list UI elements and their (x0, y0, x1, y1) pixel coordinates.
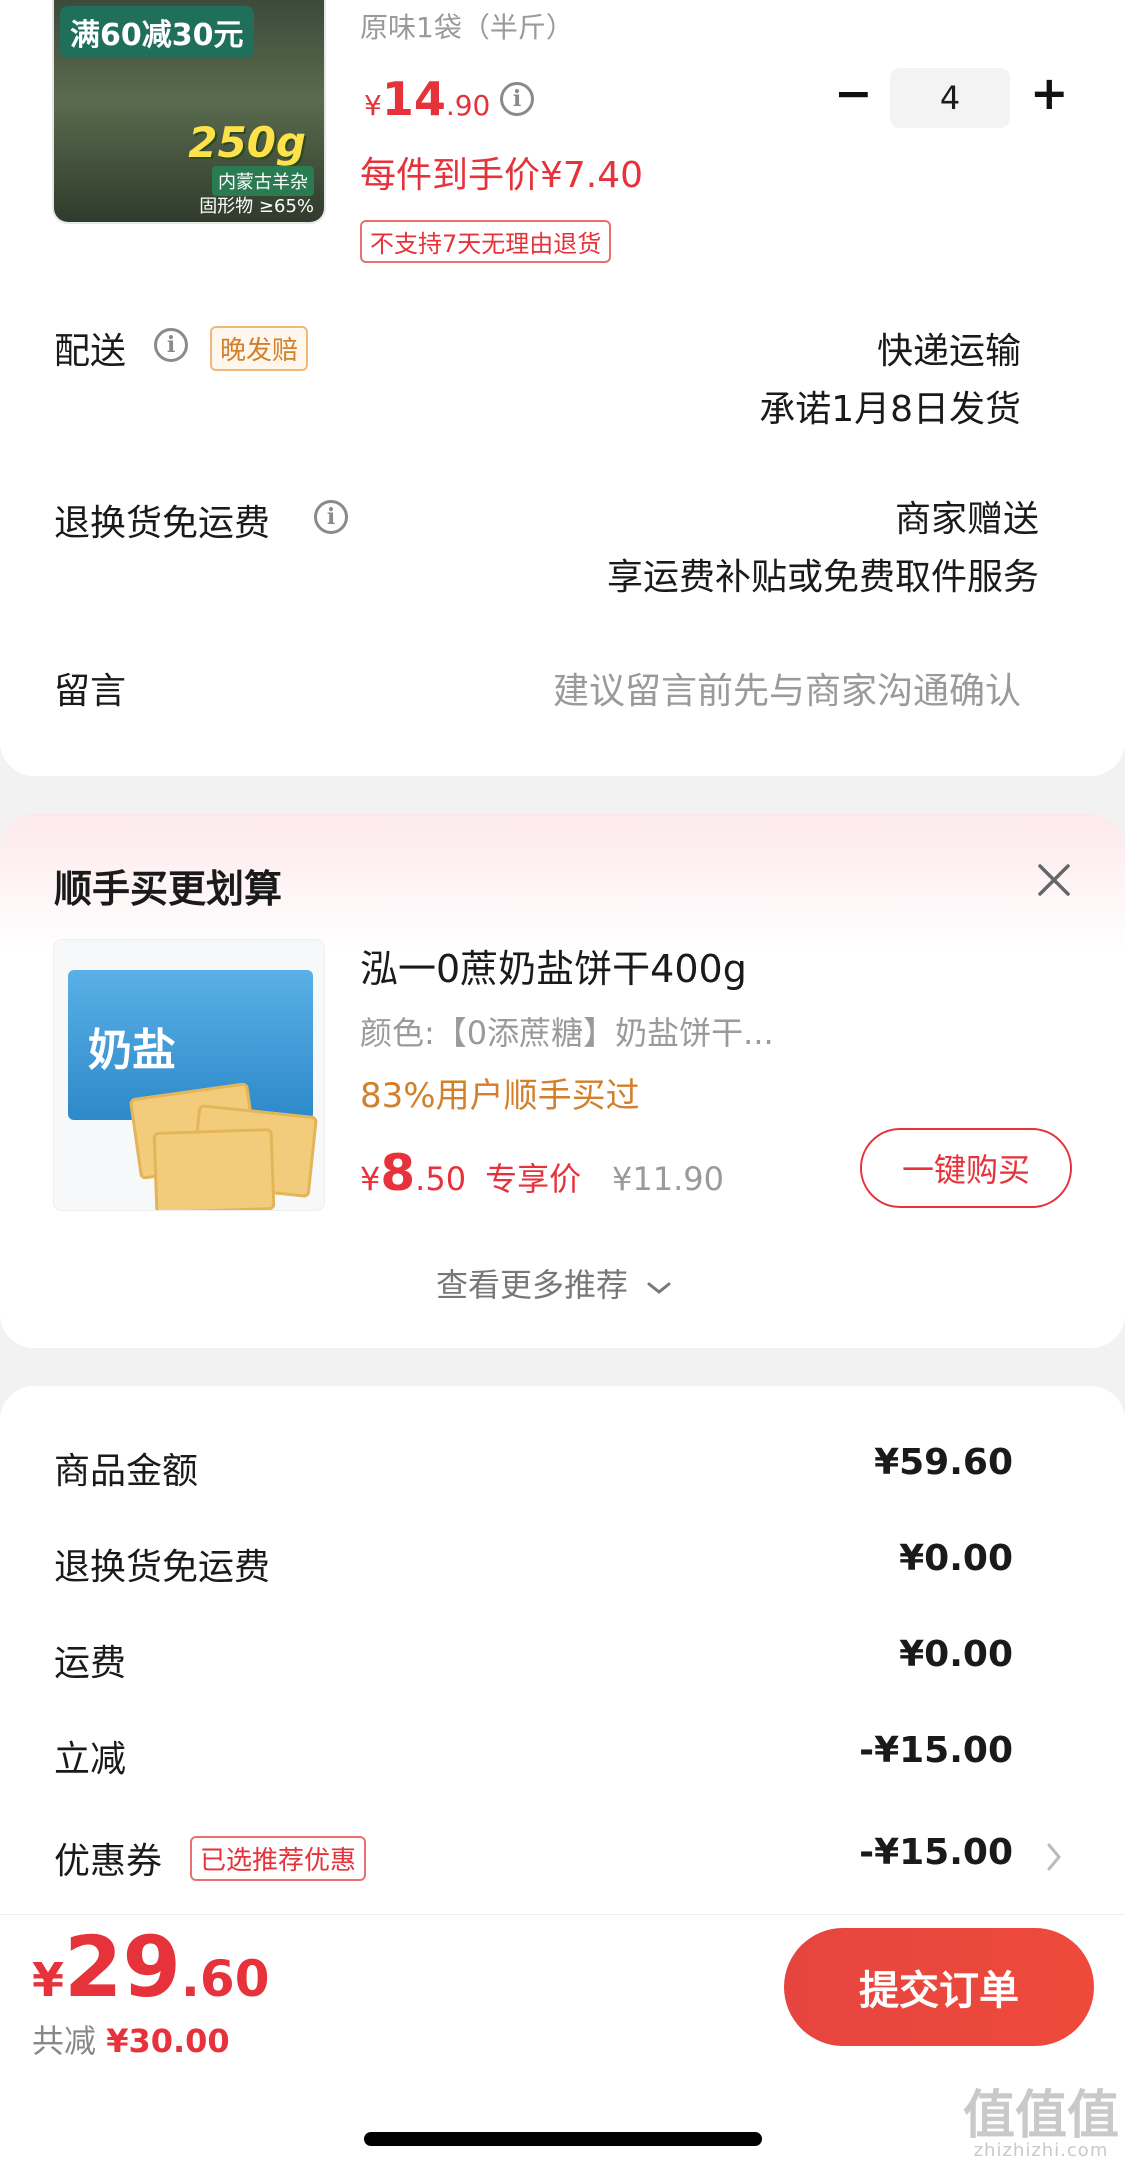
box-label: 奶盐 (88, 1025, 176, 1076)
product-variant: 原味1袋（半斤） (360, 11, 574, 44)
recommend-item-title[interactable]: 泓一0蔗奶盐饼干400g (360, 938, 747, 993)
product-image[interactable]: 满60减30元 250g 内蒙古羊杂 固形物 ≥65% (54, 0, 324, 222)
delivery-method[interactable]: 快递运输 (877, 322, 1021, 374)
weight-badge: 250g (188, 118, 306, 167)
price-symbol: ¥ (364, 89, 382, 122)
recommend-item-image[interactable]: 奶盐 (54, 940, 324, 1210)
total-symbol: ¥ (32, 1953, 65, 2007)
price-integer: 14 (381, 72, 446, 126)
subtotal-value: ¥59.60 (874, 1442, 1013, 1483)
qty-input[interactable]: 4 (890, 68, 1010, 128)
exclusive-price-label: 专享价 (485, 1160, 582, 1198)
delivery-promise: 承诺1月8日发货 (759, 389, 1021, 430)
message-label: 留言 (54, 671, 127, 712)
solid-content-badge: 固形物 ≥65% (199, 196, 314, 217)
coupon-selected-tag: 已选推荐优惠 (190, 1836, 367, 1881)
unit-price: 每件到手价¥7.40 (360, 155, 644, 196)
coupon-label: 优惠券 (54, 1841, 163, 1882)
watermark: 值值值 zhizhizhi.com (963, 2090, 1119, 2160)
return-shipping-line1: 商家赠送 (894, 499, 1039, 540)
recommend-original-price: ¥11.90 (612, 1160, 724, 1198)
close-icon[interactable] (1034, 860, 1074, 900)
message-input[interactable]: 建议留言前先与商家沟通确认 (553, 662, 1021, 714)
qty-decrement-button[interactable]: − (834, 66, 873, 120)
price-integer: 8 (380, 1144, 416, 1202)
one-click-buy-button[interactable]: 一键购买 (860, 1128, 1072, 1208)
delivery-label: 配送 (54, 331, 127, 372)
chevron-right-icon[interactable] (1046, 1842, 1062, 1876)
total-decimal: .60 (180, 1950, 270, 2008)
recommend-item-spec: 颜色:【0添蔗糖】奶盐饼干... (360, 1014, 774, 1052)
return-shipping-info-icon[interactable]: i (314, 500, 348, 534)
watermark-url: zhizhizhi.com (973, 2140, 1109, 2161)
recommend-social-proof: 83%用户顺手买过 (360, 1076, 640, 1116)
product-price: ¥14.90 (364, 72, 490, 126)
coupon-value[interactable]: -¥15.00 (859, 1832, 1013, 1873)
submit-order-button[interactable]: 提交订单 (784, 1928, 1094, 2046)
see-more-recommendations[interactable]: 查看更多推荐 (436, 1260, 672, 1306)
price-decimal: .90 (445, 89, 491, 122)
cracker-graphic (152, 1127, 276, 1210)
return-shipping-label: 退换货免运费 (54, 503, 271, 544)
promo-badge: 满60减30元 (60, 6, 254, 58)
recommend-item-price: ¥8.50 专享价 (360, 1144, 581, 1202)
return-shipping-line2: 享运费补贴或免费取件服务 (606, 557, 1039, 598)
total-integer: 29 (64, 1918, 181, 2016)
home-indicator[interactable] (364, 2132, 762, 2146)
late-compensation-tag: 晚发赔 (210, 326, 309, 371)
savings-label: 共减 (32, 2022, 97, 2060)
savings-value: ¥30.00 (106, 2022, 230, 2060)
return-shipping-fee-value: ¥0.00 (899, 1538, 1013, 1579)
subtotal-label: 商品金额 (54, 1451, 199, 1492)
watermark-text: 值值值 (962, 2086, 1119, 2146)
price-decimal: .50 (415, 1160, 467, 1198)
instant-discount-label: 立减 (54, 1739, 127, 1780)
price-info-icon[interactable]: i (500, 82, 534, 116)
shipping-fee-label: 运费 (54, 1643, 127, 1684)
qty-increment-button[interactable]: + (1030, 66, 1069, 120)
shipping-fee-value: ¥0.00 (899, 1634, 1013, 1675)
recommend-title: 顺手买更划算 (54, 867, 283, 911)
see-more-label: 查看更多推荐 (436, 1266, 629, 1304)
delivery-info-icon[interactable]: i (154, 328, 188, 362)
price-symbol: ¥ (360, 1160, 381, 1198)
total-savings: 共减 ¥30.00 (32, 2016, 230, 2062)
total-price: ¥29.60 (32, 1918, 270, 2016)
instant-discount-value: -¥15.00 (859, 1730, 1013, 1771)
return-policy-tag: 不支持7天无理由退货 (360, 220, 612, 263)
chevron-down-icon (646, 1266, 672, 1304)
return-shipping-fee-label: 退换货免运费 (54, 1547, 271, 1588)
